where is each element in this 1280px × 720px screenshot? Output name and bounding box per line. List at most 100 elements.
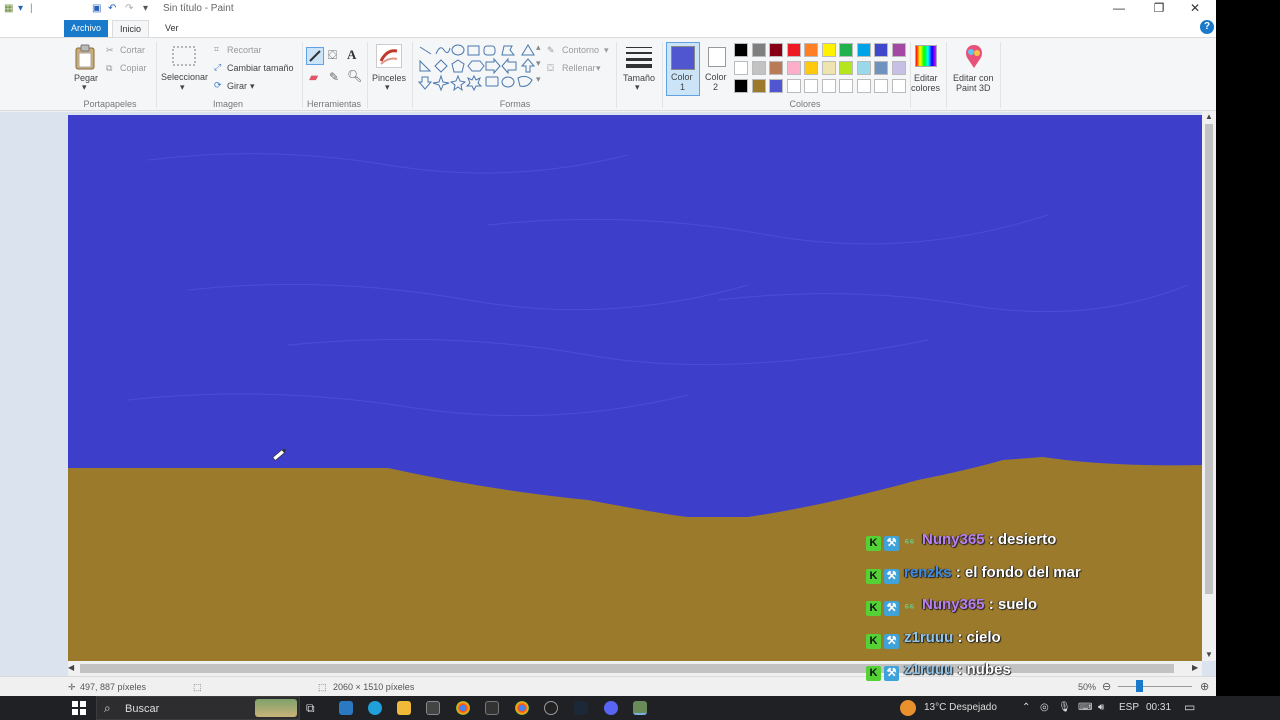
close-button[interactable]: ✕ [1188, 1, 1202, 15]
vertical-scroll-thumb[interactable] [1205, 124, 1213, 594]
palette-swatch[interactable] [874, 43, 888, 57]
maximize-button[interactable]: ❐ [1152, 1, 1166, 15]
scroll-down-icon[interactable]: ▼ [1205, 650, 1213, 659]
brush-icon[interactable] [376, 44, 402, 68]
customize-qat-icon[interactable]: ▾ [143, 3, 148, 14]
palette-swatch[interactable] [856, 43, 871, 57]
minimize-button[interactable]: — [1112, 1, 1126, 15]
zoom-in-button[interactable]: ⊕ [1200, 680, 1209, 693]
size-dropdown-icon[interactable]: ▾ [635, 82, 640, 93]
palette-swatch[interactable] [856, 61, 871, 75]
weather-text[interactable]: 13°C Despejado [924, 702, 997, 713]
help-icon[interactable]: ? [1200, 20, 1214, 34]
cut-button[interactable]: Cortar [120, 45, 145, 55]
shapes-scroll-down-icon[interactable]: ▾ [536, 58, 541, 69]
microphone-icon[interactable]: 🎙︎ [1058, 702, 1071, 713]
text-tool-icon[interactable]: A [347, 47, 356, 63]
palette-swatch[interactable] [751, 79, 766, 93]
shapes-gallery[interactable] [418, 44, 540, 92]
paint3d-icon[interactable] [962, 44, 986, 70]
color-picker-icon[interactable]: ✎ [329, 70, 339, 84]
rotate-button[interactable]: Girar [227, 81, 247, 91]
eraser-icon[interactable]: ▰ [309, 70, 318, 84]
clock[interactable]: 00:31 [1146, 702, 1171, 713]
taskbar-app-icon[interactable] [339, 701, 353, 715]
network-icon[interactable]: ⌨ [1078, 702, 1092, 713]
palette-swatch[interactable] [734, 79, 748, 93]
rotate-dropdown-icon[interactable]: ▾ [250, 81, 255, 92]
palette-swatch[interactable] [804, 43, 818, 57]
redo-icon[interactable]: ↷ [125, 3, 133, 14]
obs-icon[interactable] [544, 701, 558, 715]
horizontal-scrollbar[interactable]: ◀ ▶ [68, 661, 1202, 676]
outline-button[interactable]: Contorno [562, 45, 599, 55]
tab-inicio[interactable]: Inicio [112, 20, 150, 37]
palette-swatch[interactable] [821, 43, 836, 57]
zoom-slider-track[interactable] [1118, 686, 1192, 687]
paste-icon[interactable] [74, 44, 96, 70]
paint-taskbar-icon[interactable] [633, 701, 647, 715]
palette-swatch[interactable] [786, 61, 801, 75]
scroll-up-icon[interactable]: ▲ [1205, 112, 1213, 121]
palette-swatch[interactable] [891, 43, 906, 57]
palette-swatch[interactable] [891, 79, 906, 93]
palette-swatch[interactable] [751, 61, 766, 75]
palette-swatch[interactable] [786, 79, 801, 93]
color2-swatch[interactable] [708, 47, 726, 67]
store-icon[interactable] [426, 701, 440, 715]
palette-swatch[interactable] [751, 43, 766, 57]
edit-colors-line2[interactable]: colores [911, 83, 940, 93]
palette-swatch[interactable] [874, 79, 888, 93]
chrome-icon-2[interactable] [515, 701, 529, 715]
shapes-scroll-up-icon[interactable]: ▴ [536, 42, 541, 53]
palette-swatch[interactable] [734, 61, 748, 75]
file-explorer-icon[interactable] [397, 701, 411, 715]
tab-archivo[interactable]: Archivo [64, 20, 109, 37]
edit-colors-line1[interactable]: Editar [914, 73, 938, 83]
palette-swatch[interactable] [734, 43, 748, 57]
brushes-dropdown-icon[interactable]: ▾ [385, 82, 390, 93]
zoom-out-button[interactable]: ⊖ [1102, 680, 1111, 693]
palette-swatch[interactable] [804, 61, 818, 75]
palette-swatch[interactable] [821, 61, 836, 75]
terminal-icon[interactable] [485, 701, 499, 715]
outline-dropdown-icon[interactable]: ▾ [604, 45, 609, 56]
palette-swatch[interactable] [839, 79, 853, 93]
select-icon[interactable] [172, 46, 196, 66]
edit-colors-icon[interactable] [915, 45, 937, 67]
palette-swatch[interactable] [769, 61, 783, 75]
palette-swatch[interactable] [804, 79, 818, 93]
taskbar-search-box[interactable]: ⌕ Buscar [96, 696, 300, 720]
select-dropdown-icon[interactable]: ▾ [180, 82, 185, 93]
volume-icon[interactable]: 🔊︎ [1098, 702, 1104, 713]
palette-swatch[interactable] [821, 79, 836, 93]
palette-swatch[interactable] [786, 43, 801, 57]
resize-button[interactable]: Cambiar tamaño [227, 63, 294, 73]
discord-icon[interactable] [604, 701, 618, 715]
magnifier-icon[interactable]: 🔍︎ [347, 69, 362, 83]
paste-dropdown-icon[interactable]: ▾ [82, 82, 87, 93]
dropdown-icon[interactable]: ▾ [18, 3, 23, 14]
size-icon[interactable] [626, 46, 652, 68]
paint3d-line1[interactable]: Editar con [953, 73, 994, 83]
edge-icon[interactable] [368, 701, 382, 715]
palette-swatch[interactable] [769, 43, 783, 57]
pencil-tool-selected[interactable] [306, 47, 324, 65]
task-view-icon[interactable]: ⧉ [306, 701, 315, 716]
paint3d-line2[interactable]: Paint 3D [956, 83, 991, 93]
fill-dropdown-icon[interactable]: ▾ [596, 63, 601, 74]
scroll-right-icon[interactable]: ▶ [1192, 663, 1198, 672]
tab-ver[interactable]: Ver [158, 20, 186, 37]
copy-button[interactable]: Copiar [120, 63, 147, 73]
palette-swatch[interactable] [839, 43, 853, 57]
windows-start-icon[interactable] [72, 701, 86, 715]
fill-bucket-icon[interactable]: ⛋ [328, 48, 337, 63]
palette-swatch[interactable] [769, 79, 783, 93]
scroll-left-icon[interactable]: ◀ [68, 663, 74, 672]
tray-camera-icon[interactable]: ◎ [1040, 702, 1049, 713]
shapes-more-icon[interactable]: ▾ [536, 74, 541, 85]
chrome-icon[interactable] [456, 701, 470, 715]
palette-swatch[interactable] [839, 61, 853, 75]
notifications-icon[interactable]: ▭ [1184, 700, 1195, 714]
steam-icon[interactable] [574, 701, 588, 715]
